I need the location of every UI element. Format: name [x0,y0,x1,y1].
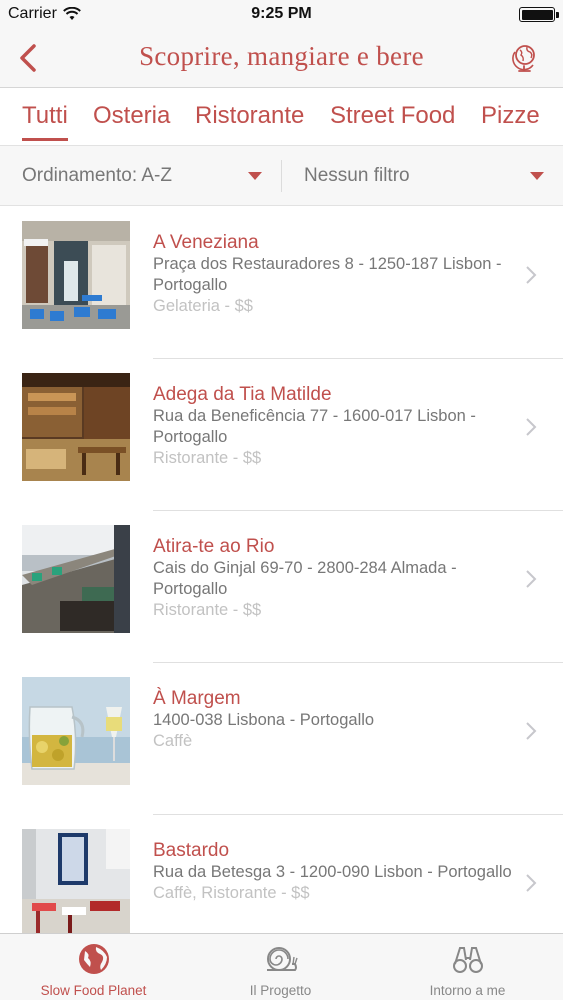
place-info: Adega da Tia Matilde Rua da Beneficência… [153,383,513,469]
tab-intorno-a-me[interactable]: Intorno a me [374,934,561,1000]
sort-label: Ordinamento: A-Z [22,165,172,186]
place-photo [22,677,130,785]
place-info: Atira-te ao Rio Cais do Ginjal 69-70 - 2… [153,535,513,621]
status-bar: Carrier 9:25 PM [0,0,563,30]
place-category: Ristorante - $$ [153,449,262,467]
globe-icon [79,944,109,974]
place-address: 1400-038 Lisbona - Portogallo [153,711,375,729]
tab-osteria[interactable]: Osteria [93,102,170,130]
place-photo [22,373,130,481]
globe-button[interactable] [509,40,541,76]
place-photo [22,829,130,933]
list-item[interactable]: Adega da Tia Matilde Rua da Beneficência… [0,359,563,511]
place-category: Ristorante - $$ [153,601,262,619]
tab-label: Intorno a me [429,983,506,998]
list-item[interactable]: Atira-te ao Rio Cais do Ginjal 69-70 - 2… [0,511,563,663]
snail-icon [267,947,298,971]
place-photo [22,221,130,329]
list-item[interactable]: Bastardo Rua da Betesga 3 - 1200-090 Lis… [0,815,563,933]
place-category: Gelateria - $$ [153,297,253,315]
place-name: Bastardo [153,840,230,861]
place-name: À Margem [153,688,241,709]
filter-row: Ordinamento: A-Z Nessun filtro [0,146,563,206]
place-info: À Margem 1400-038 Lisbona - Portogallo C… [153,687,513,752]
chevron-right-icon [526,722,537,740]
chevron-left-icon [20,44,36,72]
chevron-right-icon [526,418,537,436]
place-name: Adega da Tia Matilde [153,384,332,405]
place-address: Rua da Beneficência 77 - 1600-017 Lisbon… [153,407,476,446]
place-address: Cais do Ginjal 69-70 - 2800-284 Almada -… [153,559,457,598]
place-name: A Veneziana [153,232,259,253]
list-item[interactable]: A Veneziana Praça dos Restauradores 8 - … [0,207,563,359]
page-title: Scoprire, mangiare e bere [139,41,424,71]
filter-label: Nessun filtro [304,165,410,186]
tab-il-progetto[interactable]: Il Progetto [187,934,374,1000]
chevron-right-icon [526,570,537,588]
tab-slow-food-planet[interactable]: Slow Food Planet [0,934,187,1000]
place-address: Praça dos Restauradores 8 - 1250-187 Lis… [153,255,502,294]
chevron-right-icon [526,266,537,284]
place-category: Caffè, Ristorante - $$ [153,884,310,902]
caret-down-icon [248,172,262,180]
place-address: Rua da Betesga 3 - 1200-090 Lisbon - Por… [153,863,512,881]
globe-icon [512,45,535,72]
clock: 9:25 PM [251,5,312,22]
tab-label: Slow Food Planet [40,983,147,998]
battery-icon [519,7,559,22]
navigation-bar: Scoprire, mangiare e bere [0,30,563,88]
place-name: Atira-te ao Rio [153,536,275,557]
list-item[interactable]: À Margem 1400-038 Lisbona - Portogallo C… [0,663,563,815]
place-photo [22,525,130,633]
bottom-tab-bar: Slow Food Planet Il Progetto Intorno a m… [0,933,563,1000]
caret-down-icon [530,172,544,180]
binoculars-icon [453,947,483,973]
place-category: Caffè [153,732,193,750]
back-button[interactable] [12,40,44,76]
category-tabs: Tutti Osteria Ristorante Street Food Piz… [0,88,563,146]
tab-ristorante[interactable]: Ristorante [195,102,304,130]
chevron-right-icon [526,874,537,892]
tab-label: Il Progetto [249,983,312,998]
tab-tutti[interactable]: Tutti [22,102,68,141]
filter-divider [281,160,282,192]
place-info: Bastardo Rua da Betesga 3 - 1200-090 Lis… [153,839,513,904]
tab-pizzeria[interactable]: Pizze [481,102,540,130]
place-info: A Veneziana Praça dos Restauradores 8 - … [153,231,513,317]
tab-street-food[interactable]: Street Food [330,102,455,130]
filter-dropdown[interactable]: Nessun filtro [304,146,544,206]
places-list: A Veneziana Praça dos Restauradores 8 - … [0,207,563,933]
sort-dropdown[interactable]: Ordinamento: A-Z [22,146,262,206]
